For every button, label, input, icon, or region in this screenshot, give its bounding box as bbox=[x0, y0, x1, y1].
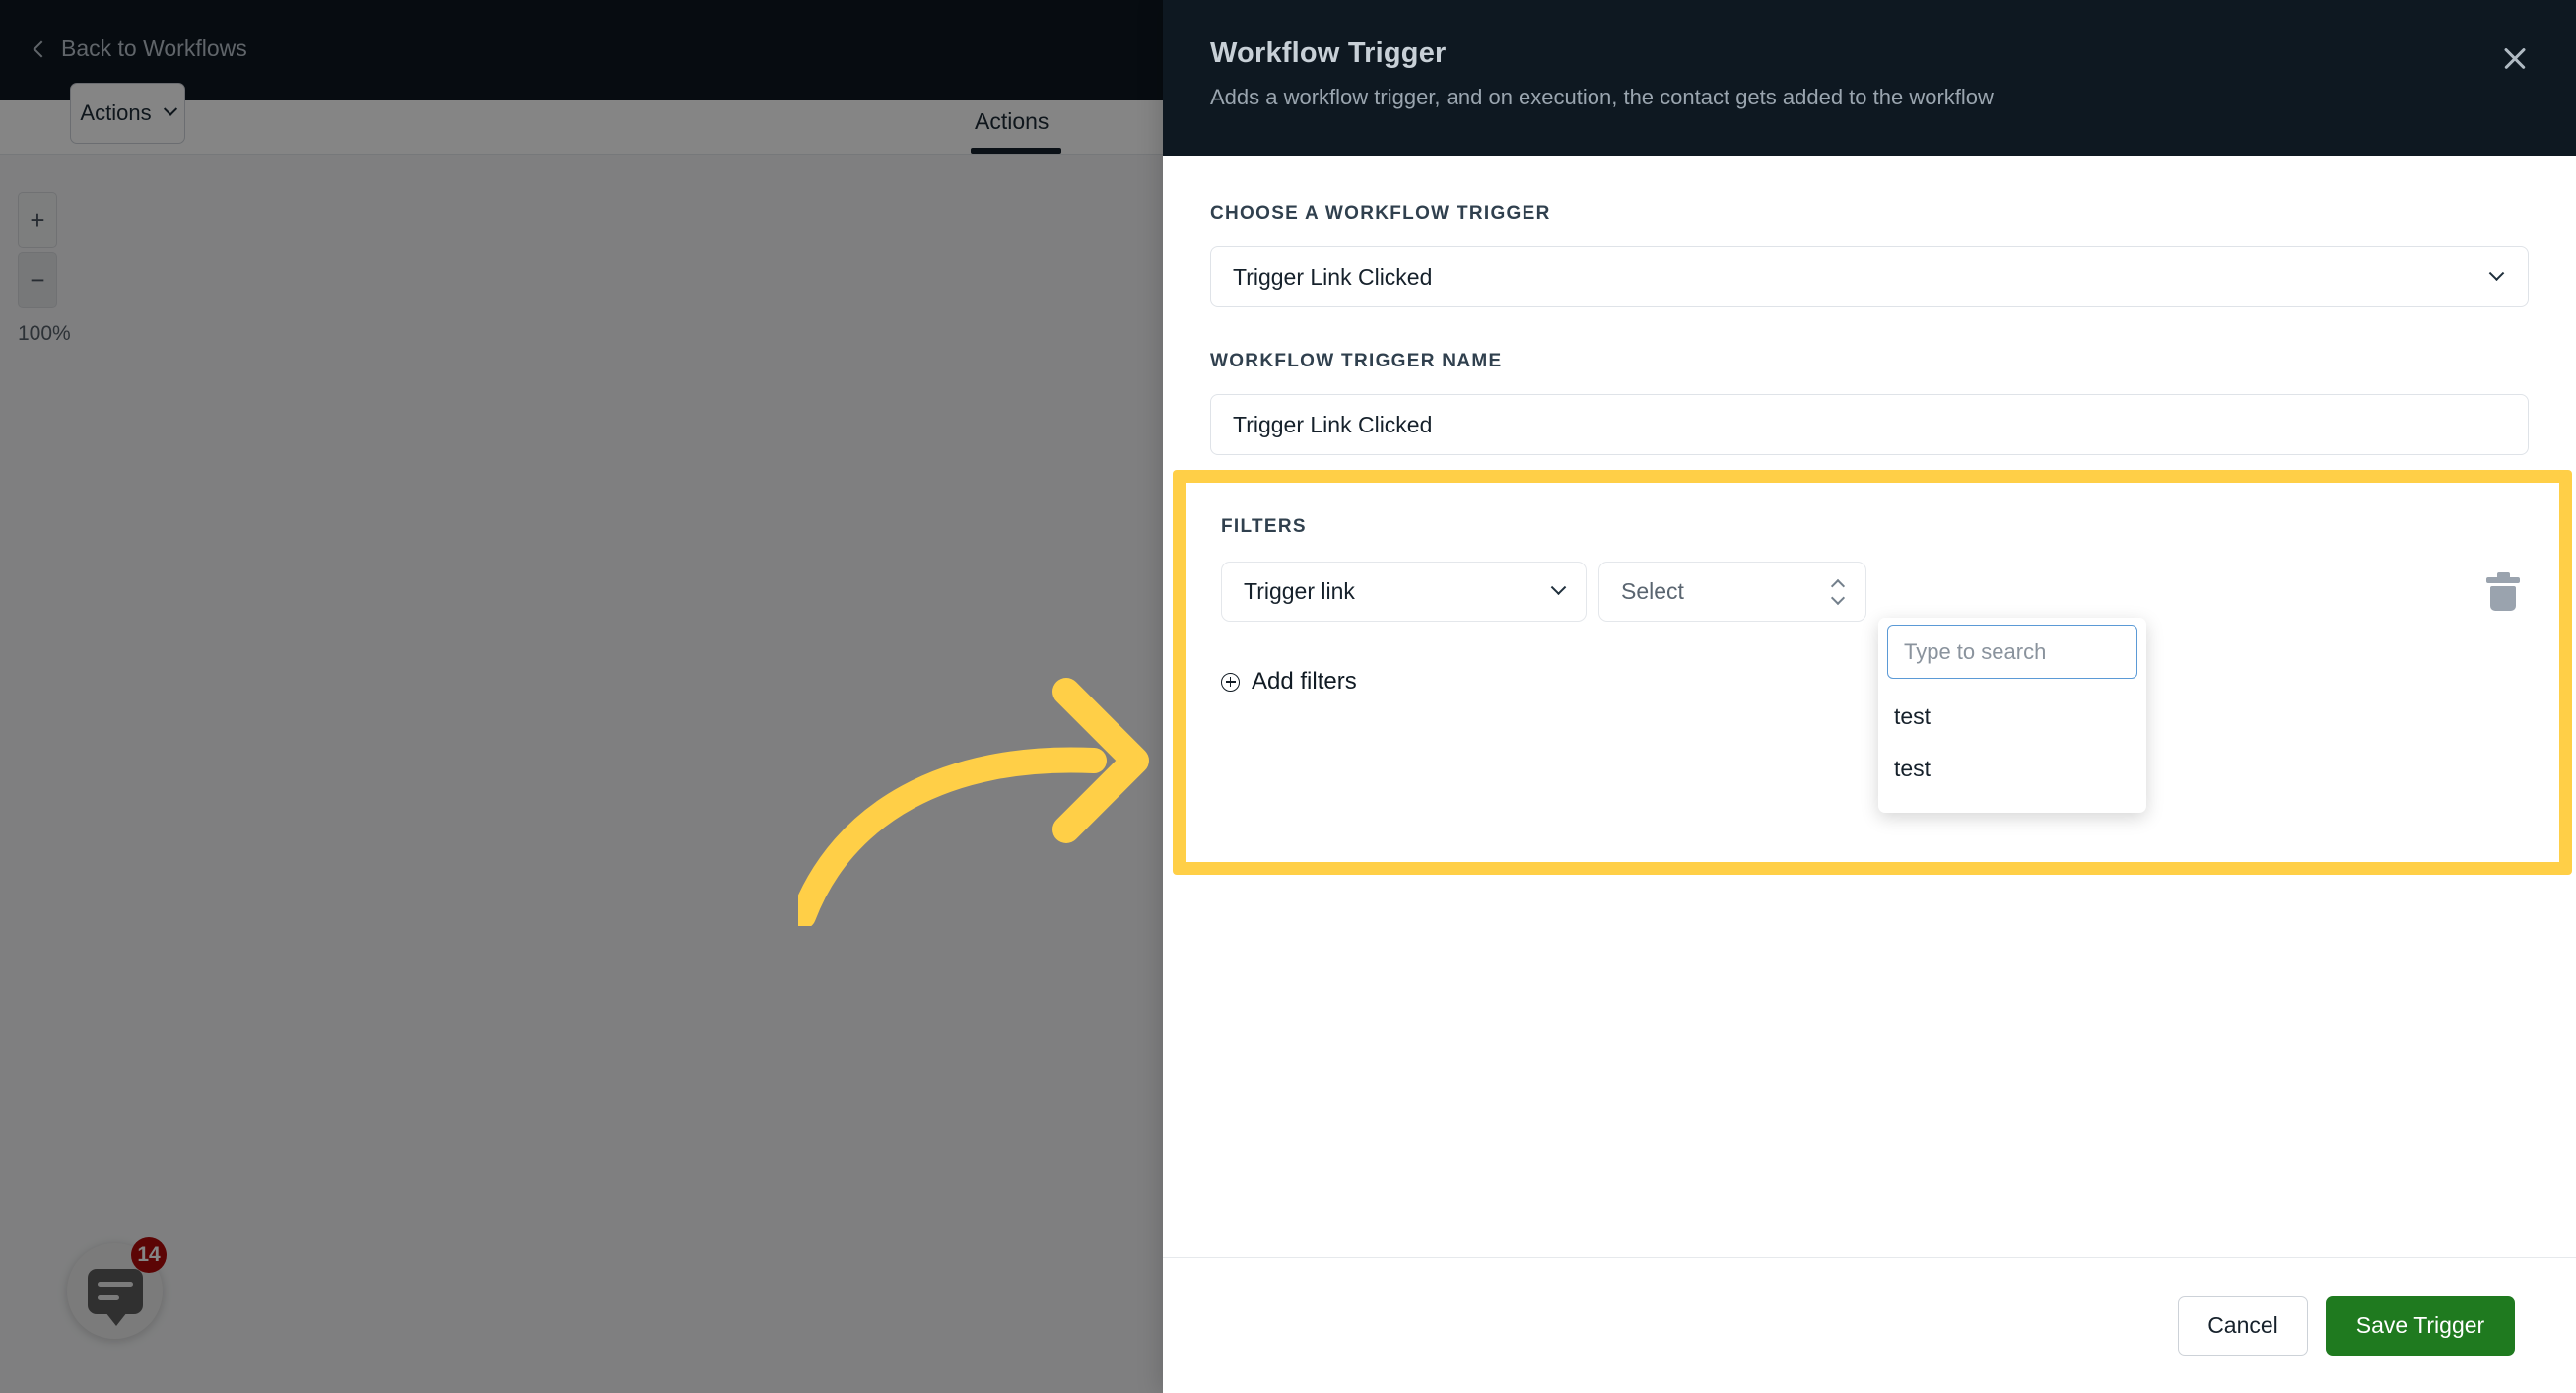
zoom-in-button[interactable]: + bbox=[18, 192, 57, 248]
chevron-up-down-icon bbox=[1830, 578, 1846, 605]
chevron-down-icon bbox=[163, 101, 177, 116]
filter-value-dropdown: test test bbox=[1878, 618, 2146, 813]
cancel-button[interactable]: Cancel bbox=[2178, 1295, 2308, 1356]
chat-unread-badge: 14 bbox=[131, 1237, 167, 1273]
close-icon[interactable] bbox=[2495, 39, 2535, 79]
choose-trigger-label: CHOOSE A WORKFLOW TRIGGER bbox=[1210, 203, 1551, 224]
filters-section: FILTERS Trigger link Select Add filters bbox=[1186, 483, 2559, 862]
trash-icon[interactable] bbox=[2486, 572, 2520, 611]
panel-title: Workflow Trigger bbox=[1210, 37, 1447, 69]
panel-footer: Cancel Save Trigger bbox=[1163, 1257, 2576, 1393]
filter-field-select[interactable]: Trigger link bbox=[1221, 562, 1587, 622]
add-filters-button[interactable]: Add filters bbox=[1221, 668, 1357, 696]
chevron-down-icon bbox=[1550, 579, 1567, 596]
chat-line-1 bbox=[97, 1281, 133, 1287]
filters-highlight-annotation: FILTERS Trigger link Select Add filters bbox=[1173, 470, 2572, 875]
trigger-name-value: Trigger Link Clicked bbox=[1233, 411, 1433, 437]
filters-label: FILTERS bbox=[1221, 516, 1307, 537]
choose-trigger-select[interactable]: Trigger Link Clicked bbox=[1210, 246, 2529, 307]
chat-icon bbox=[87, 1268, 143, 1326]
chevron-down-icon bbox=[2488, 264, 2505, 281]
dropdown-search-input[interactable] bbox=[1887, 625, 2137, 679]
filter-value-placeholder: Select bbox=[1621, 578, 1684, 604]
filter-value-select[interactable]: Select bbox=[1598, 562, 1866, 622]
trigger-name-label: WORKFLOW TRIGGER NAME bbox=[1210, 351, 1503, 371]
chat-line-2 bbox=[97, 1294, 119, 1300]
actions-dropdown-button[interactable]: Actions bbox=[70, 83, 185, 144]
tab-actions-label: Actions bbox=[975, 108, 1050, 134]
choose-trigger-value: Trigger Link Clicked bbox=[1233, 263, 1433, 290]
panel-subtitle: Adds a workflow trigger, and on executio… bbox=[1210, 85, 1994, 109]
tab-active-indicator bbox=[971, 148, 1061, 154]
save-trigger-button[interactable]: Save Trigger bbox=[2326, 1295, 2515, 1356]
plus-circle-icon bbox=[1221, 672, 1240, 692]
actions-dropdown-label: Actions bbox=[80, 100, 152, 125]
panel-header: Workflow Trigger Adds a workflow trigger… bbox=[1163, 0, 2576, 156]
chat-widget-button[interactable]: 14 bbox=[67, 1237, 167, 1339]
dropdown-option[interactable]: test bbox=[1878, 691, 2146, 743]
zoom-out-button[interactable]: − bbox=[18, 252, 57, 308]
trigger-name-input[interactable]: Trigger Link Clicked bbox=[1210, 394, 2529, 455]
zoom-level-label: 100% bbox=[18, 322, 71, 345]
dropdown-option[interactable]: test bbox=[1878, 743, 2146, 795]
filter-row: Trigger link Select bbox=[1221, 562, 2524, 622]
filter-field-value: Trigger link bbox=[1244, 578, 1355, 604]
add-filters-label: Add filters bbox=[1252, 668, 1357, 695]
tab-actions[interactable]: Actions bbox=[957, 100, 1066, 156]
screen-root: Back to Workflows New Workflow Actions A… bbox=[0, 0, 2576, 1393]
